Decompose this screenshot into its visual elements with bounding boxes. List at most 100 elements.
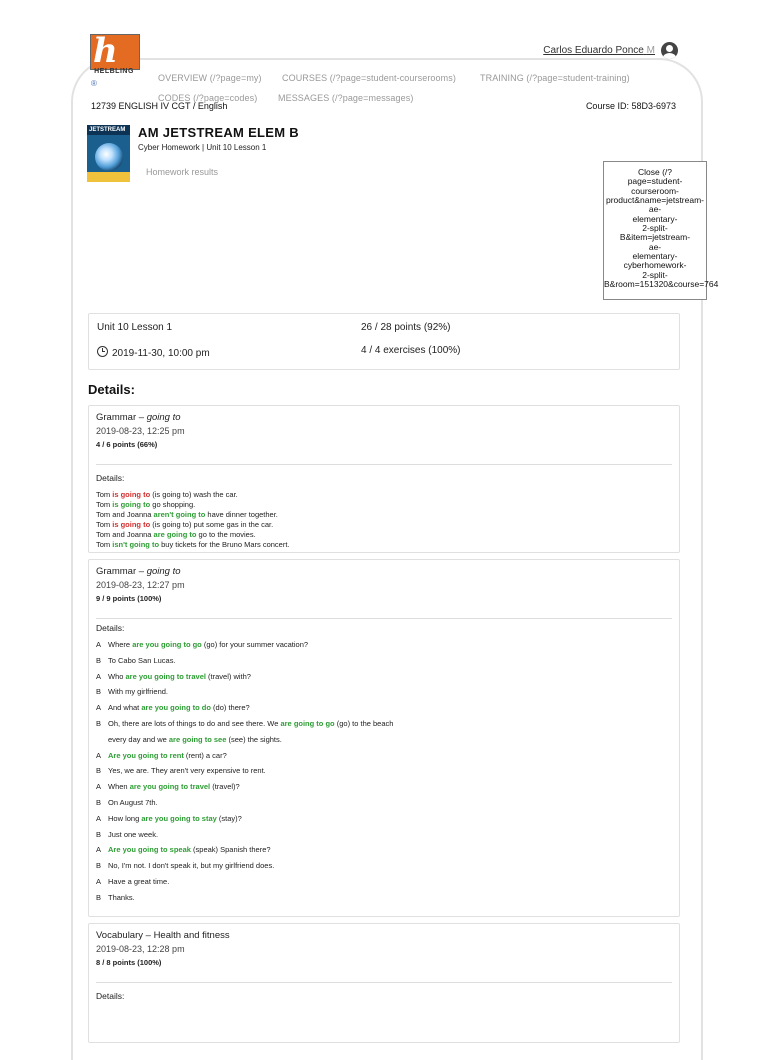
line-text-before: Tom xyxy=(96,500,113,509)
user-name: Carlos Eduardo Ponce xyxy=(543,45,644,56)
helbling-logo[interactable]: h HELBLING ® xyxy=(90,31,140,88)
answer-correct: isn't going to xyxy=(112,540,160,549)
answer-correct: Are you going to speak xyxy=(108,845,191,855)
page-subtitle: Cyber Homework | Unit 10 Lesson 1 xyxy=(138,143,267,152)
line-text-after: (go) to the beach xyxy=(334,719,394,728)
answer-line: B On August 7th. xyxy=(96,798,158,807)
summary-lesson: Unit 10 Lesson 1 xyxy=(97,322,173,333)
speaker-label: A xyxy=(96,640,102,649)
exercise-card: Grammar – going to 2019-08-23, 12:25 pm 4 … xyxy=(88,405,680,553)
course-id: Course ID: 58D3-6973 xyxy=(585,101,676,111)
divider xyxy=(96,618,672,619)
exercise-title: Grammar – going to xyxy=(96,412,181,423)
logo-letter: h xyxy=(93,31,118,71)
speaker-label: A xyxy=(96,671,102,681)
line-text-after: (travel)? xyxy=(210,782,240,792)
line-text-after: (stay)? xyxy=(216,813,242,823)
line-text-after: go to the movies. xyxy=(196,530,256,539)
exercise-title-emphasis: going to xyxy=(146,566,181,577)
speaker-label: B xyxy=(96,892,102,902)
line-text-before: Have a great time. xyxy=(108,877,170,886)
line-text-after: (is going to) wash the car. xyxy=(150,490,238,499)
line-text-after: go shopping. xyxy=(150,500,196,509)
speaker-label: A xyxy=(96,845,102,855)
answer-line: A Are you going to speak (speak) Spanish … xyxy=(96,845,271,854)
exercise-points: 9 / 9 points (100%) xyxy=(96,594,162,603)
answer-correct: are you going to travel xyxy=(129,782,211,792)
exercise-title-text: Vocabulary – Health and fitness xyxy=(96,930,230,941)
line-text-before: Just one week. xyxy=(108,829,159,839)
speaker-label: A xyxy=(96,877,102,886)
answer-incorrect: is going to xyxy=(112,520,151,529)
line-text-before: Oh, there are lots of things to do and s… xyxy=(108,719,281,728)
exercise-title-text: Grammar – xyxy=(96,566,147,577)
answer-line: Tom and Joanna aren't going to have dinn… xyxy=(96,510,278,519)
nav-training[interactable]: TRAINING (/?page=student-training) xyxy=(480,73,630,83)
line-text-before: Where xyxy=(108,640,133,649)
user-name-suffix: M xyxy=(646,45,655,56)
user-menu[interactable]: Carlos Eduardo Ponce M xyxy=(543,42,678,59)
user-avatar-icon[interactable] xyxy=(661,42,678,59)
exercise-title-text: Grammar – xyxy=(96,412,147,423)
line-text-before: Who xyxy=(108,671,126,681)
speaker-label: B xyxy=(96,687,102,697)
answer-correct: are going to go xyxy=(280,719,335,728)
exercise-points: 8 / 8 points (100%) xyxy=(96,958,162,967)
details-heading: Details: xyxy=(88,382,135,397)
answer-line: Tom is going to (is going to) wash the c… xyxy=(96,490,238,499)
answer-line: A How long are you going to stay (stay)? xyxy=(96,814,242,823)
answer-incorrect: is going to xyxy=(112,490,151,499)
line-text-before: Thanks. xyxy=(108,892,135,902)
answer-correct: are going to see xyxy=(168,734,227,744)
close-button[interactable]: Close (/? page=student- courseroom- prod… xyxy=(603,161,718,300)
summary-panel: Unit 10 Lesson 1 26 / 28 points (92%) 20… xyxy=(88,313,680,370)
line-text-after: (see) the sights. xyxy=(226,734,282,744)
exercise-title: Vocabulary – Health and fitness xyxy=(96,930,230,941)
answer-line: B Oh, there are lots of things to do and … xyxy=(96,719,393,728)
answer-line: A Have a great time. xyxy=(96,877,169,886)
speaker-label: B xyxy=(96,655,102,665)
exercise-title-emphasis: going to xyxy=(146,412,181,423)
line-text-before: With my girlfriend. xyxy=(108,687,169,697)
user-name-link[interactable]: Carlos Eduardo Ponce M xyxy=(543,45,655,56)
exercise-title: Grammar – going to xyxy=(96,566,181,577)
line-text-before: every day and we xyxy=(108,734,169,744)
summary-exercises: 4 / 4 exercises (100%) xyxy=(361,345,461,356)
details-label: Details: xyxy=(96,991,125,1001)
answer-line: A Where are you going to go (go) for your… xyxy=(96,640,308,649)
divider xyxy=(96,982,672,983)
answer-line: A And what are you going to do (do) there… xyxy=(96,703,250,712)
exercise-date: 2019-08-23, 12:25 pm xyxy=(96,426,185,436)
speaker-label: A xyxy=(96,750,102,760)
nav-overview[interactable]: OVERVIEW (/?page=my) xyxy=(158,73,262,83)
exercise-date: 2019-08-23, 12:28 pm xyxy=(96,944,185,954)
exercise-points: 4 / 6 points (66%) xyxy=(96,440,158,449)
answer-line: Tom isn't going to buy tickets for the B… xyxy=(96,540,290,549)
nav-messages[interactable]: MESSAGES (/?page=messages) xyxy=(278,93,413,103)
line-text-before: Tom xyxy=(96,520,113,529)
line-text-after: have dinner together. xyxy=(205,510,278,519)
answer-correct: are going to xyxy=(153,530,197,539)
cover-title: JETSTREAM xyxy=(89,127,126,133)
line-text-before: Yes, we are. They aren't very expensive … xyxy=(108,766,266,776)
details-label: Details: xyxy=(96,473,125,483)
details-label: Details: xyxy=(96,623,125,633)
answer-line: A When are you going to travel (travel)? xyxy=(96,782,240,791)
divider xyxy=(96,464,672,465)
exercise-card: Vocabulary – Health and fitness 2019-08-2… xyxy=(88,923,680,1043)
line-text-before: How long xyxy=(108,813,142,823)
answer-correct: are you going to stay xyxy=(141,813,217,823)
book-cover-image: JETSTREAM xyxy=(87,125,130,182)
answer-line: A Who are you going to travel (travel) wi… xyxy=(96,672,251,681)
speaker-label: B xyxy=(96,798,102,807)
answer-line: B No, I'm not. I don't speak it, but my g… xyxy=(96,861,274,870)
line-text-after: buy tickets for the Bruno Mars concert. xyxy=(159,540,290,549)
exercise-date: 2019-08-23, 12:27 pm xyxy=(96,580,185,590)
nav-courses[interactable]: COURSES (/?page=student-courserooms) xyxy=(282,73,456,83)
speaker-label: B xyxy=(96,861,102,871)
line-text-before: Tom and Joanna xyxy=(96,530,154,539)
speaker-label: A xyxy=(96,813,102,823)
exercise-card: Grammar – going to 2019-08-23, 12:27 pm 9 … xyxy=(88,559,680,917)
answer-correct: are you going to travel xyxy=(125,671,206,681)
tab-homework-results[interactable]: Homework results xyxy=(146,167,218,177)
